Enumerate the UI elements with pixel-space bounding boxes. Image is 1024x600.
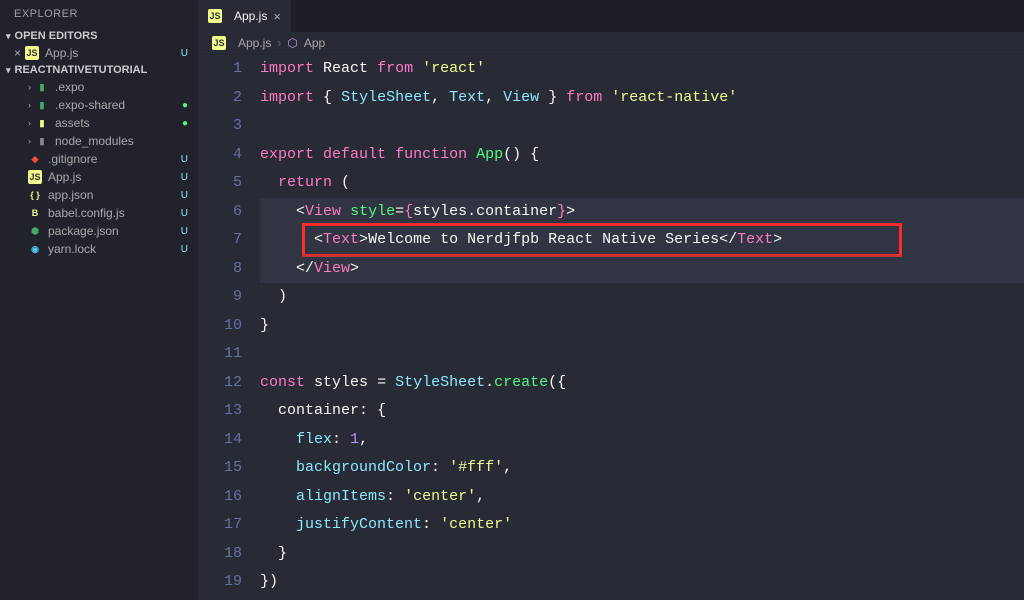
project-tree: › ▮ .expo › ▮ .expo-shared ● › ▮ assets …: [0, 78, 198, 258]
file-label: yarn.lock: [48, 242, 96, 256]
git-status-badge: U: [181, 48, 188, 59]
crumb-symbol-icon: ⬡: [287, 36, 297, 50]
js-icon: JS: [28, 170, 42, 184]
file-label: app.json: [48, 188, 93, 202]
tree-item-appjs[interactable]: JS App.js U: [0, 168, 198, 186]
tree-item-expo-shared[interactable]: › ▮ .expo-shared ●: [0, 96, 198, 114]
babel-icon: B: [28, 206, 42, 220]
js-icon: JS: [208, 9, 222, 23]
open-editors-list: × JS App.js U: [0, 44, 198, 62]
tree-item-babel[interactable]: B babel.config.js U: [0, 204, 198, 222]
package-icon: ⬢: [28, 224, 42, 238]
js-icon: JS: [212, 36, 226, 50]
git-icon: ◆: [28, 152, 42, 166]
breadcrumb[interactable]: JS App.js › ⬡ App: [198, 32, 1024, 55]
folder-icon: ▮: [35, 134, 49, 148]
explorer-sidebar: EXPLORER ▾ OPEN EDITORS × JS App.js U ▾ …: [0, 0, 198, 600]
file-label: babel.config.js: [48, 206, 125, 220]
git-status-badge: ●: [182, 118, 188, 129]
crumb-symbol: App: [304, 36, 325, 50]
project-header[interactable]: ▾ REACTNATIVETUTORIAL: [0, 62, 198, 78]
chevron-down-icon: ▾: [6, 31, 11, 42]
editor-pane: JS App.js × JS App.js › ⬡ App 1234567891…: [198, 0, 1024, 600]
tab-label: App.js: [234, 9, 267, 23]
close-icon[interactable]: ×: [14, 46, 21, 60]
folder-icon: ▮: [35, 80, 49, 94]
chevron-right-icon: ›: [277, 36, 281, 50]
git-status-badge: U: [181, 244, 188, 255]
tab-appjs[interactable]: JS App.js ×: [198, 0, 292, 32]
tree-item-node-modules[interactable]: › ▮ node_modules: [0, 132, 198, 150]
tree-item-assets[interactable]: › ▮ assets ●: [0, 114, 198, 132]
project-label: REACTNATIVETUTORIAL: [15, 64, 148, 76]
chevron-right-icon: ›: [28, 100, 31, 110]
file-label: App.js: [45, 46, 78, 60]
tree-item-appjson[interactable]: { } app.json U: [0, 186, 198, 204]
file-label: App.js: [48, 170, 81, 184]
yarn-icon: ◉: [28, 242, 42, 256]
file-label: package.json: [48, 224, 119, 238]
code-editor[interactable]: 1234567891011121314151617181920 import R…: [198, 55, 1024, 600]
code-content[interactable]: import React from 'react' import { Style…: [260, 55, 1024, 600]
folder-icon: ▮: [35, 98, 49, 112]
file-label: node_modules: [55, 134, 134, 148]
chevron-right-icon: ›: [28, 82, 31, 92]
folder-icon: ▮: [35, 116, 49, 130]
open-editor-appjs[interactable]: × JS App.js U: [0, 44, 198, 62]
file-label: .expo-shared: [55, 98, 125, 112]
git-status-badge: U: [181, 208, 188, 219]
file-label: assets: [55, 116, 90, 130]
close-icon[interactable]: ×: [273, 9, 281, 24]
tab-bar: JS App.js ×: [198, 0, 1024, 32]
tree-item-expo[interactable]: › ▮ .expo: [0, 78, 198, 96]
line-gutter: 1234567891011121314151617181920: [198, 55, 260, 600]
git-status-badge: U: [181, 172, 188, 183]
git-status-badge: U: [181, 154, 188, 165]
json-icon: { }: [28, 188, 42, 202]
tree-item-yarnlock[interactable]: ◉ yarn.lock U: [0, 240, 198, 258]
explorer-title: EXPLORER: [0, 0, 198, 28]
chevron-right-icon: ›: [28, 118, 31, 128]
file-label: .gitignore: [48, 152, 97, 166]
tree-item-gitignore[interactable]: ◆ .gitignore U: [0, 150, 198, 168]
git-status-badge: U: [181, 226, 188, 237]
tree-item-package[interactable]: ⬢ package.json U: [0, 222, 198, 240]
crumb-file: App.js: [238, 36, 271, 50]
chevron-right-icon: ›: [28, 136, 31, 146]
git-status-badge: ●: [182, 100, 188, 111]
chevron-down-icon: ▾: [6, 65, 11, 76]
file-label: .expo: [55, 80, 84, 94]
js-icon: JS: [25, 46, 39, 60]
open-editors-header[interactable]: ▾ OPEN EDITORS: [0, 28, 198, 44]
git-status-badge: U: [181, 190, 188, 201]
open-editors-label: OPEN EDITORS: [15, 30, 98, 42]
